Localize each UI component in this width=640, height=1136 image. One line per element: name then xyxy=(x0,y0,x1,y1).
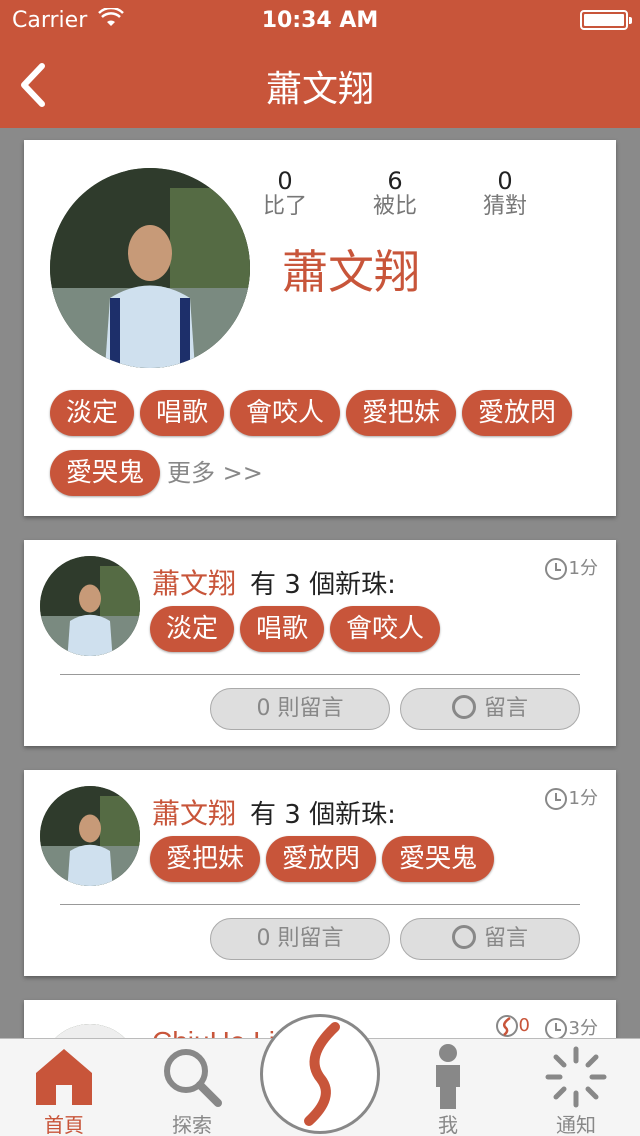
tab-label: 首頁 xyxy=(44,1113,84,1136)
time-ago-label: 3分 xyxy=(568,1018,598,1039)
tag-chip[interactable]: 會咬人 xyxy=(230,390,340,436)
comment-button[interactable]: 留言 xyxy=(400,918,580,960)
clock-icon xyxy=(544,1018,567,1040)
clock-icon xyxy=(544,558,567,580)
time-ago-label: 1分 xyxy=(568,788,598,809)
comment-bubble-icon xyxy=(451,695,476,719)
divider xyxy=(60,674,580,675)
divider xyxy=(60,904,580,905)
tab-notifications[interactable]: 通知 xyxy=(526,1039,626,1136)
feed-card: 蕭文翔 有 3 個新珠: 1分 愛把妹 愛放閃 愛哭鬼 0 則留言 留言 xyxy=(24,770,616,976)
tab-home[interactable]: 首頁 xyxy=(14,1039,114,1136)
home-icon xyxy=(36,1049,92,1105)
tag-chip[interactable]: 唱歌 xyxy=(140,390,224,436)
tab-label: 通知 xyxy=(556,1113,596,1136)
tag-chip[interactable]: 愛放閃 xyxy=(266,836,376,882)
stat-value: 6 xyxy=(387,167,403,195)
tag-chip[interactable]: 淡定 xyxy=(150,606,234,652)
time-ago: 3分 xyxy=(544,1014,598,1040)
time-ago-label: 1分 xyxy=(568,558,598,579)
tag-chip[interactable]: 愛放閃 xyxy=(462,390,572,436)
compare-action-button[interactable] xyxy=(260,1014,380,1134)
tag-chip[interactable]: 愛把妹 xyxy=(150,836,260,882)
person-icon xyxy=(436,1044,460,1109)
profile-name: 蕭文翔 xyxy=(282,245,420,299)
avatar[interactable] xyxy=(40,556,140,656)
tag-chip[interactable]: 愛把妹 xyxy=(346,390,456,436)
tag-chip[interactable]: 唱歌 xyxy=(240,606,324,652)
feed-text: 有 3 個新珠: xyxy=(250,570,396,600)
stat-label: 猜對 xyxy=(482,194,527,219)
comment-bubble-icon xyxy=(451,925,476,949)
comment-button-label: 留言 xyxy=(483,926,528,951)
avatar[interactable] xyxy=(40,786,140,886)
tag-chip[interactable]: 會咬人 xyxy=(330,606,440,652)
time-ago: 1分 xyxy=(544,784,598,810)
comment-button-label: 留言 xyxy=(483,696,528,721)
stat-label: 被比 xyxy=(372,194,417,219)
tab-label: 探索 xyxy=(172,1113,212,1136)
flame-icon xyxy=(495,1015,518,1037)
comments-count-button[interactable]: 0 則留言 xyxy=(210,688,390,730)
tag-chip[interactable]: 愛哭鬼 xyxy=(382,836,494,882)
status-bar: Carrier 10:34 AM xyxy=(0,0,640,40)
feed-text: 有 3 個新珠: xyxy=(250,800,396,830)
stat-compared: 0 比了 xyxy=(245,168,325,220)
spinner-icon xyxy=(545,1046,607,1108)
tab-label: 我 xyxy=(438,1113,458,1136)
tag-chip[interactable]: 淡定 xyxy=(50,390,134,436)
feed-user-name[interactable]: 蕭文翔 xyxy=(152,792,236,832)
tab-me[interactable]: 我 xyxy=(398,1039,498,1136)
page-title: 蕭文翔 xyxy=(265,69,374,110)
stat-compared-by: 6 被比 xyxy=(355,168,435,220)
reaction-count: 0 xyxy=(495,1014,530,1038)
navigation-bar: Carrier 10:34 AM 蕭文翔 xyxy=(0,0,640,128)
battery-icon xyxy=(580,10,632,30)
feed-user-name[interactable]: 蕭文翔 xyxy=(152,562,236,602)
stat-label: 比了 xyxy=(262,194,307,219)
clock-icon xyxy=(544,788,567,810)
stat-value: 0 xyxy=(277,167,293,195)
profile-card: 0 比了 6 被比 0 猜對 蕭文翔 淡定 唱歌 會咬人 愛把妹 愛放閃 愛哭鬼… xyxy=(24,140,616,516)
comment-button[interactable]: 留言 xyxy=(400,688,580,730)
flame-icon xyxy=(304,1022,340,1126)
time-ago: 1分 xyxy=(544,554,598,580)
tab-explore[interactable]: 探索 xyxy=(142,1039,242,1136)
more-tags-link[interactable]: 更多 >> xyxy=(167,458,263,488)
reaction-count-value: 0 xyxy=(518,1015,530,1036)
clock-time: 10:34 AM xyxy=(261,8,379,33)
comments-count-button[interactable]: 0 則留言 xyxy=(210,918,390,960)
feed-card: 蕭文翔 有 3 個新珠: 1分 淡定 唱歌 會咬人 0 則留言 留言 xyxy=(24,540,616,746)
search-icon xyxy=(164,1049,222,1107)
tag-chip[interactable]: 愛哭鬼 xyxy=(50,450,160,496)
stat-value: 0 xyxy=(497,167,513,195)
avatar[interactable] xyxy=(50,168,250,368)
stat-guessed: 0 猜對 xyxy=(465,168,545,220)
